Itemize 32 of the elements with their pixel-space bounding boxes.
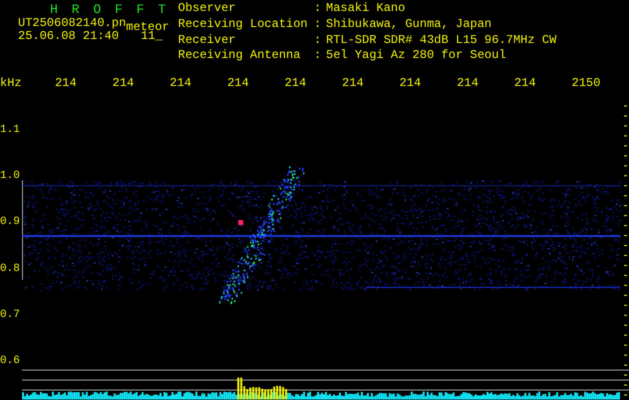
info-label: Receiving Antenna <box>178 50 302 64</box>
frequency-tick-label: 214 <box>284 76 308 90</box>
frequency-tick-label: 214 <box>342 76 365 90</box>
frequency-tick-label: 214 <box>112 76 135 90</box>
frequency-tick-label: 214 <box>399 76 422 90</box>
info-value: Masaki Kano <box>326 3 406 17</box>
vertical-tick-label: 0.6 <box>0 354 21 369</box>
frequency-tick-label: 214 <box>54 76 78 90</box>
frequency-tick-label: 214 <box>170 76 192 90</box>
axis-unit: kHz <box>0 76 23 90</box>
vertical-tick-label: 0.7 <box>0 308 21 323</box>
timestamp: 25.06.08 21:40 <box>18 30 119 43</box>
frequency-tick-label: 214 <box>514 76 537 90</box>
info-label: Observer <box>178 3 237 17</box>
frequency-tick-label: 2150 <box>572 76 602 90</box>
info-separator: : <box>314 34 322 48</box>
info-separator: : <box>314 3 322 17</box>
info-separator: : <box>314 18 322 33</box>
vertical-tick-label: 1.1 <box>0 123 21 138</box>
info-value: Shibukawa, Gunma, Japan <box>326 18 493 33</box>
info-value: 5el Yagi Az 280 for Seoul <box>326 50 508 64</box>
vertical-tick-label: 1.0 <box>0 169 21 184</box>
frequency-tick-label: 214 <box>456 76 480 90</box>
vertical-tick-label: 0.9 <box>0 215 21 230</box>
info-label: Receiving Location <box>178 18 309 33</box>
info-separator: : <box>314 50 322 64</box>
info-label: Receiver <box>178 34 237 48</box>
vertical-tick-label: 0.8 <box>0 262 21 277</box>
file-name: UT2506082140.pn <box>18 17 126 30</box>
frequency-tick-label: 214 <box>227 76 250 90</box>
info-value: RTL-SDR SDR# 43dB L15 96.7MHz CW <box>326 34 556 48</box>
app-title: H R O F F T <box>50 3 170 17</box>
